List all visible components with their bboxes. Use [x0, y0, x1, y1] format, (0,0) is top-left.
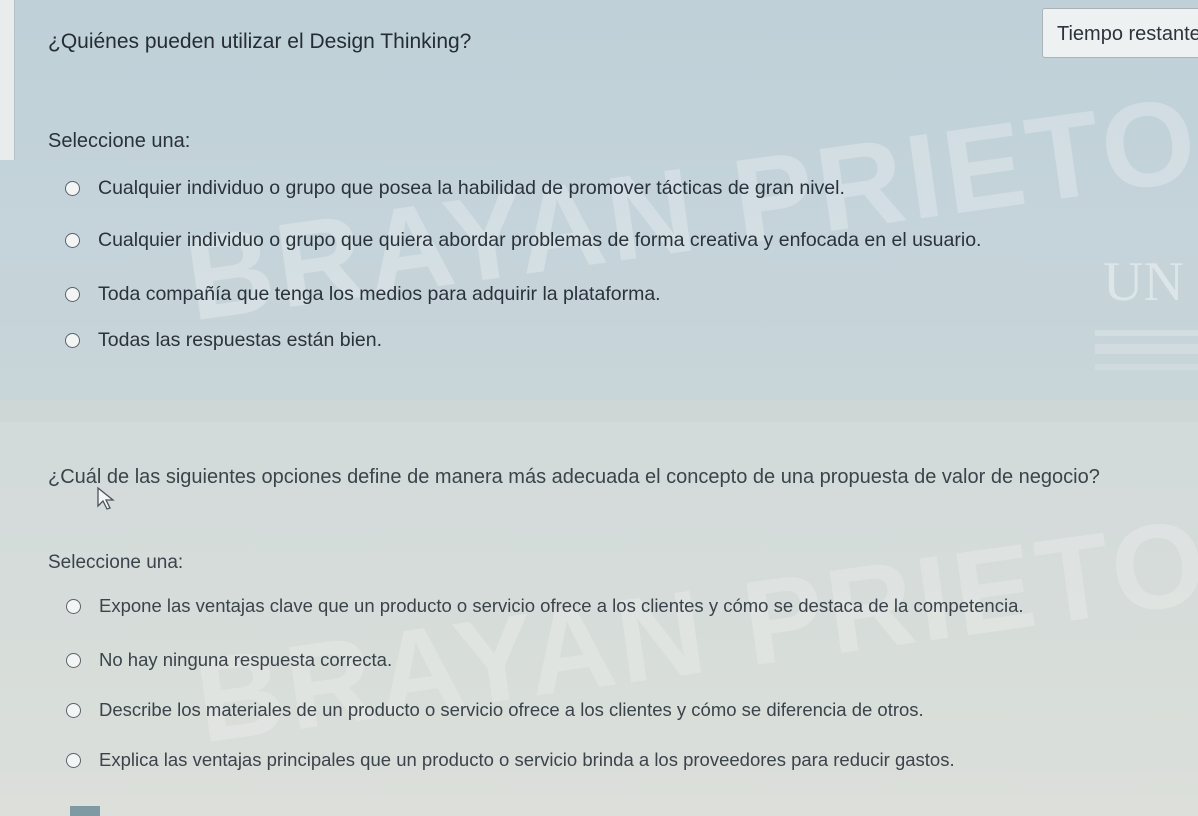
- radio-button[interactable]: [65, 286, 80, 302]
- question-2-panel: BRAYAN PRIETO REINA ¿Cuál de las siguien…: [0, 422, 1198, 816]
- question-2-option-2[interactable]: No hay ninguna respuesta correcta.: [66, 646, 392, 674]
- question-1-option-2[interactable]: Cualquier individuo o grupo que quiera a…: [65, 226, 981, 254]
- radio-button[interactable]: [65, 232, 80, 248]
- radio-button[interactable]: [65, 180, 80, 196]
- question-separator: [0, 400, 1198, 422]
- option-label: Cualquier individuo o grupo que posea la…: [98, 176, 845, 199]
- mouse-cursor-icon: [97, 486, 115, 510]
- svg-text:UN: UN: [1103, 251, 1184, 313]
- timer-box: Tiempo restante: [1042, 8, 1198, 58]
- option-label: Todas las respuestas están bien.: [98, 328, 383, 351]
- question-2-option-4[interactable]: Explica las ventajas principales que un …: [66, 746, 955, 774]
- radio-button[interactable]: [66, 652, 81, 668]
- option-label: Explica las ventajas principales que un …: [99, 749, 955, 770]
- question-1-option-3[interactable]: Toda compañía que tenga los medios para …: [65, 280, 661, 308]
- question-1-select-label: Seleccione una:: [48, 130, 191, 152]
- university-logo-icon: UN: [1095, 251, 1198, 370]
- option-label: Describe los materiales de un producto o…: [99, 699, 924, 720]
- timer-label: Tiempo restante: [1057, 23, 1198, 45]
- radio-button[interactable]: [65, 332, 80, 348]
- question-2-option-1[interactable]: Expone las ventajas clave que un product…: [66, 592, 1024, 620]
- question-1-panel: BRAYAN PRIETO REINA ¿Quiénes pueden util…: [0, 0, 1198, 400]
- option-label: Toda compañía que tenga los medios para …: [98, 282, 661, 305]
- bottom-edge-element: [70, 806, 100, 816]
- radio-button[interactable]: [66, 752, 81, 768]
- question-1-option-4[interactable]: Todas las respuestas están bien.: [65, 326, 382, 354]
- question-1-option-1[interactable]: Cualquier individuo o grupo que posea la…: [65, 174, 845, 202]
- question-2-option-3[interactable]: Describe los materiales de un producto o…: [66, 696, 924, 724]
- left-sidebar-edge: [0, 0, 15, 160]
- question-2-text: ¿Cuál de las siguientes opciones define …: [48, 466, 1100, 488]
- option-label: No hay ninguna respuesta correcta.: [99, 649, 393, 670]
- question-1-text: ¿Quiénes pueden utilizar el Design Think…: [48, 30, 472, 53]
- question-2-select-label: Seleccione una:: [48, 552, 184, 573]
- option-label: Expone las ventajas clave que un product…: [99, 595, 1024, 616]
- radio-button[interactable]: [66, 598, 81, 614]
- option-label: Cualquier individuo o grupo que quiera a…: [98, 228, 982, 251]
- radio-button[interactable]: [66, 702, 81, 718]
